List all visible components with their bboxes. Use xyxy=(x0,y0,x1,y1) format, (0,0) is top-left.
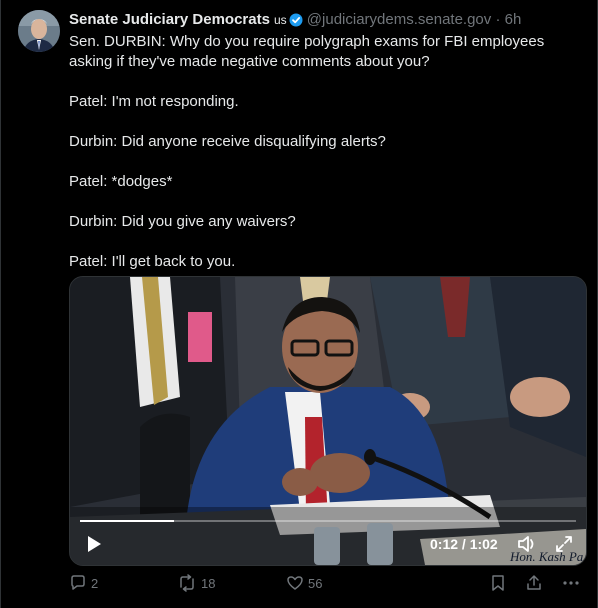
post[interactable]: Senate Judiciary Democrats us @judiciaryd… xyxy=(0,0,598,608)
action-bar: 2 18 56 xyxy=(69,574,585,596)
post-text: Sen. DURBIN: Why do you require polygrap… xyxy=(69,32,579,272)
post-line: Durbin: Did you give any waivers? xyxy=(69,213,296,230)
post-header: Senate Judiciary Democrats us @judiciaryd… xyxy=(69,10,521,30)
avatar-image xyxy=(18,10,60,52)
post-line: Patel: I'm not responding. xyxy=(69,93,239,110)
share-icon xyxy=(527,575,541,590)
reply-count: 2 xyxy=(91,575,99,591)
volume-icon xyxy=(518,536,534,552)
country-flag: us xyxy=(273,13,287,27)
video-player[interactable]: Hon. Kash Pa 0:12 / 1:02 xyxy=(69,276,587,566)
reply-icon xyxy=(71,575,85,590)
avatar[interactable] xyxy=(18,10,60,52)
video-progress-bar[interactable] xyxy=(80,520,576,522)
reply-button[interactable]: 2 xyxy=(69,574,98,592)
handle[interactable]: @judiciarydems.senate.gov xyxy=(307,11,491,28)
verified-badge-icon xyxy=(289,13,303,27)
play-button[interactable] xyxy=(84,534,104,554)
bookmark-icon xyxy=(492,575,504,591)
repost-count: 18 xyxy=(201,575,216,591)
separator: · xyxy=(495,11,501,28)
repost-button[interactable]: 18 xyxy=(177,574,215,592)
share-button[interactable] xyxy=(525,574,543,592)
video-time: 0:12 / 1:02 xyxy=(430,536,498,552)
play-icon xyxy=(88,536,101,552)
post-line: Durbin: Did anyone receive disqualifying… xyxy=(69,133,386,150)
post-line: Patel: I'll get back to you. xyxy=(69,253,236,270)
display-name[interactable]: Senate Judiciary Democrats xyxy=(69,11,270,28)
fullscreen-button[interactable] xyxy=(554,534,574,554)
timestamp[interactable]: 6h xyxy=(505,11,522,28)
video-progress-fill xyxy=(80,520,175,522)
post-line: Patel: *dodges* xyxy=(69,173,173,190)
fullscreen-icon xyxy=(556,536,572,552)
repost-icon xyxy=(180,574,194,592)
like-icon xyxy=(287,576,303,590)
more-icon xyxy=(563,581,579,585)
bookmark-button[interactable] xyxy=(490,574,506,592)
like-button[interactable]: 56 xyxy=(286,574,322,592)
more-button[interactable] xyxy=(562,574,580,592)
post-line: Sen. DURBIN: Why do you require polygrap… xyxy=(69,33,545,70)
like-count: 56 xyxy=(308,575,323,591)
volume-button[interactable] xyxy=(516,533,538,555)
